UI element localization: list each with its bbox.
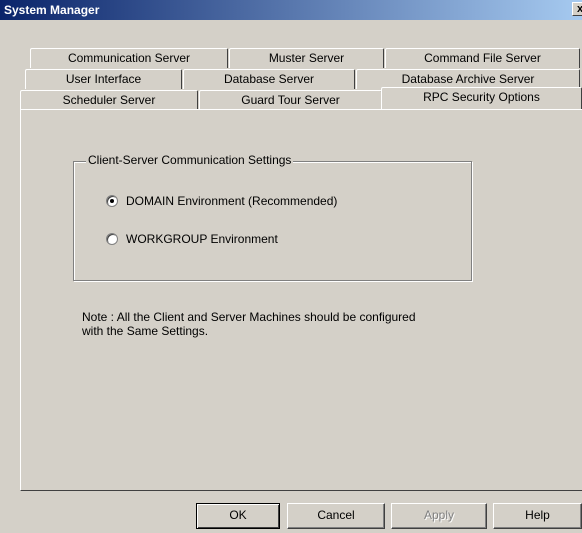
window-title: System Manager: [4, 3, 100, 17]
tab-label: Command File Server: [424, 51, 541, 65]
note-line-1: Note : All the Client and Server Machine…: [82, 310, 416, 324]
tab-database-server[interactable]: Database Server: [183, 69, 355, 89]
tab-rpc-security-options[interactable]: RPC Security Options: [381, 87, 582, 109]
tab-label: Muster Server: [268, 51, 345, 65]
domain-environment-label: DOMAIN Environment (Recommended): [126, 194, 338, 208]
tab-label: Database Archive Server: [401, 72, 535, 86]
tab-database-archive-server[interactable]: Database Archive Server: [356, 69, 580, 89]
workgroup-environment-label: WORKGROUP Environment: [126, 232, 278, 246]
tab-command-file-server[interactable]: Command File Server: [385, 48, 580, 68]
close-button[interactable]: x: [572, 2, 582, 16]
apply-button[interactable]: Apply: [391, 503, 487, 529]
radio-selected-icon[interactable]: [106, 195, 118, 207]
tab-label: RPC Security Options: [423, 90, 540, 104]
radio-unselected-icon[interactable]: [106, 233, 118, 245]
tab-label: Guard Tour Server: [241, 93, 340, 107]
ok-button[interactable]: OK: [196, 503, 280, 529]
note-text: Note : All the Client and Server Machine…: [82, 310, 482, 338]
cancel-button[interactable]: Cancel: [287, 503, 385, 529]
note-line-2: with the Same Settings.: [82, 324, 209, 338]
title-bar: System Manager x: [0, 0, 582, 20]
tab-scheduler-server[interactable]: Scheduler Server: [20, 90, 198, 110]
tab-label: Scheduler Server: [62, 93, 156, 107]
tab-muster-server[interactable]: Muster Server: [229, 48, 384, 68]
help-button[interactable]: Help: [493, 503, 582, 529]
tab-label: User Interface: [65, 72, 142, 86]
tab-communication-server[interactable]: Communication Server: [30, 48, 228, 68]
tab-label: Database Server: [223, 72, 315, 86]
close-icon: x: [576, 3, 582, 15]
group-title: Client-Server Communication Settings: [86, 153, 294, 167]
workgroup-environment-option[interactable]: WORKGROUP Environment: [106, 232, 278, 246]
domain-environment-option[interactable]: DOMAIN Environment (Recommended): [106, 194, 337, 208]
tab-guard-tour-server[interactable]: Guard Tour Server: [199, 90, 382, 110]
tab-label: Communication Server: [67, 51, 191, 65]
tab-user-interface[interactable]: User Interface: [25, 69, 182, 89]
client-server-settings-group: [73, 161, 472, 281]
